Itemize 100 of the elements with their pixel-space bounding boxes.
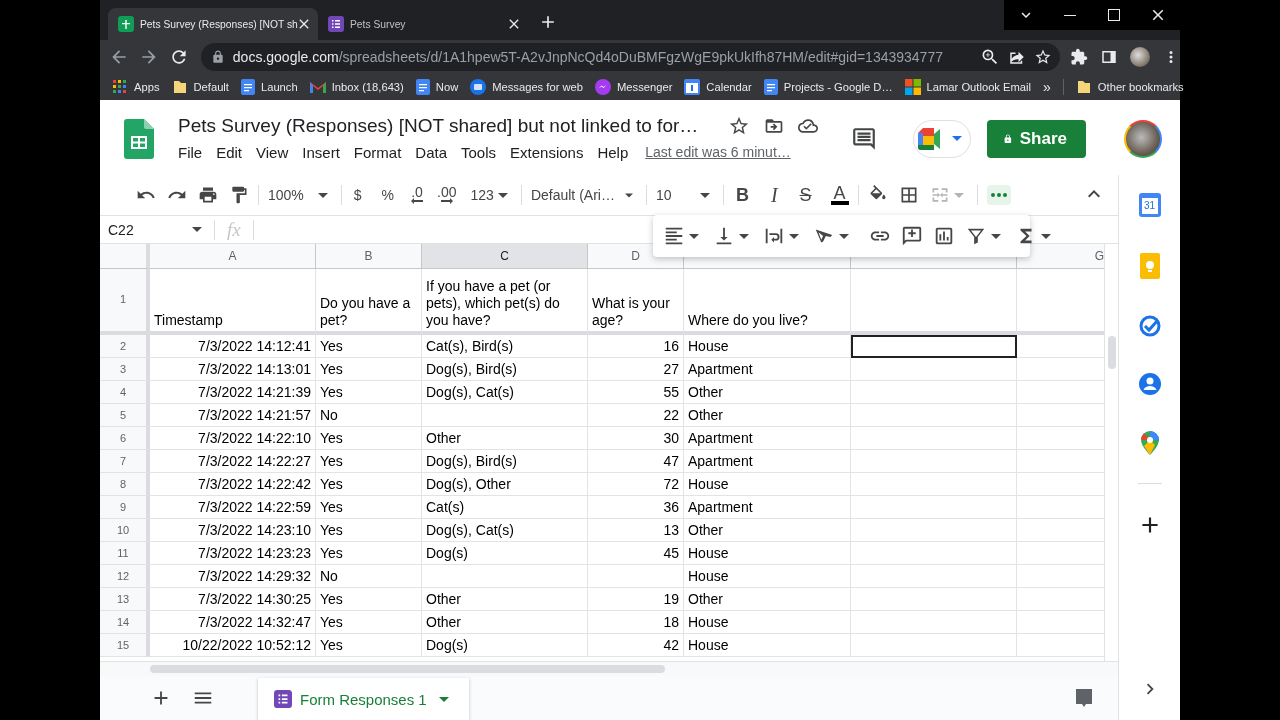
- column-header[interactable]: G: [1017, 244, 1104, 269]
- number-format-dropdown[interactable]: 123: [470, 187, 512, 203]
- caret-icon: [991, 233, 1001, 239]
- increase-decimals-button[interactable]: .00: [437, 186, 457, 204]
- table-cell[interactable]: [851, 473, 1017, 496]
- row-number[interactable]: 2: [100, 335, 150, 358]
- table-cell[interactable]: [851, 519, 1017, 542]
- row-number[interactable]: 7: [100, 450, 150, 473]
- table-cell[interactable]: [851, 611, 1017, 634]
- table-cell[interactable]: [422, 404, 588, 427]
- table-cell[interactable]: [588, 565, 684, 588]
- table-cell[interactable]: [851, 450, 1017, 473]
- column-header[interactable]: C: [422, 244, 588, 269]
- bookmark-folder[interactable]: Other bookmarks: [1075, 79, 1184, 95]
- row-number[interactable]: 15: [100, 634, 150, 657]
- row-number[interactable]: 6: [100, 427, 150, 450]
- more-button[interactable]: [986, 185, 1011, 205]
- text-color-button[interactable]: A: [830, 185, 849, 205]
- zoom-icon[interactable]: [980, 47, 1000, 67]
- bookmark[interactable]: Calendar: [684, 79, 752, 95]
- row-number[interactable]: 11: [100, 542, 150, 565]
- row-number[interactable]: 1: [100, 269, 150, 335]
- zoom-dropdown[interactable]: 100%: [268, 187, 332, 203]
- currency-button[interactable]: $: [350, 187, 365, 203]
- row-number[interactable]: 12: [100, 565, 150, 588]
- bold-button[interactable]: B: [732, 184, 752, 206]
- table-cell[interactable]: [851, 634, 1017, 657]
- row-number[interactable]: 5: [100, 404, 150, 427]
- paint-roller-icon[interactable]: [229, 185, 249, 205]
- bookmark[interactable]: Messenger: [595, 79, 673, 95]
- comment-icon[interactable]: [851, 125, 877, 152]
- puzzle-icon[interactable]: [1070, 48, 1088, 66]
- side-panel-icon[interactable]: [1100, 48, 1118, 66]
- avatar[interactable]: [1130, 47, 1150, 67]
- menu-item[interactable]: Extensions: [503, 141, 591, 163]
- bookmark[interactable]: Projects - Google D…: [763, 79, 893, 95]
- avatar[interactable]: [1124, 119, 1162, 158]
- bookmark[interactable]: Messages for web: [470, 79, 583, 95]
- star-icon[interactable]: [1034, 48, 1052, 66]
- decrease-decimals-button[interactable]: .0: [411, 186, 424, 204]
- table-cell[interactable]: [851, 542, 1017, 565]
- chart-icon[interactable]: [933, 225, 955, 247]
- table-cell[interactable]: [851, 404, 1017, 427]
- menu-item[interactable]: View: [249, 141, 296, 163]
- name-box[interactable]: C22: [100, 221, 206, 238]
- browser-tab[interactable]: Pets Survey: [318, 8, 528, 40]
- table-cell[interactable]: [851, 588, 1017, 611]
- menu-item[interactable]: Tools: [454, 141, 504, 163]
- selected-cell[interactable]: [851, 335, 1017, 358]
- table-cell[interactable]: [851, 565, 1017, 588]
- table-cell[interactable]: [422, 565, 588, 588]
- row-number[interactable]: 13: [100, 588, 150, 611]
- column-header[interactable]: B: [316, 244, 422, 269]
- spreadsheet-logo-icon[interactable]: [124, 118, 154, 159]
- font-dropdown[interactable]: Default (Ari…: [530, 187, 637, 203]
- menu-item[interactable]: Edit: [209, 141, 250, 163]
- bookmark[interactable]: Now: [415, 79, 459, 95]
- last-edit-link[interactable]: Last edit was 6 minut…: [645, 144, 791, 160]
- strikethrough-button[interactable]: S: [796, 184, 815, 206]
- add-comment-icon[interactable]: [901, 225, 923, 247]
- column-header[interactable]: A: [150, 244, 316, 269]
- calendar-icon[interactable]: 31: [1138, 193, 1161, 217]
- menu-item[interactable]: Insert: [295, 141, 347, 163]
- menu-item[interactable]: Format: [346, 141, 409, 163]
- row-number[interactable]: 10: [100, 519, 150, 542]
- map-pin-icon[interactable]: [1140, 431, 1159, 455]
- row-number[interactable]: 3: [100, 358, 150, 381]
- sheet-tab[interactable]: Form Responses 1: [258, 678, 469, 720]
- table-cell[interactable]: [851, 381, 1017, 404]
- font-size-dropdown[interactable]: 10: [655, 187, 714, 203]
- percent-button[interactable]: %: [378, 187, 398, 203]
- bookmark[interactable]: Launch: [240, 79, 298, 95]
- print-icon[interactable]: [198, 185, 218, 205]
- menu-item[interactable]: Data: [408, 141, 454, 163]
- scrollbar[interactable]: [150, 665, 665, 673]
- row-number[interactable]: 14: [100, 611, 150, 634]
- contact-icon[interactable]: [1138, 373, 1161, 395]
- scrollbar[interactable]: [1108, 336, 1116, 369]
- table-cell: 7/3/2022 14:12:41: [150, 335, 316, 358]
- table-cell[interactable]: [851, 358, 1017, 381]
- row-number[interactable]: 8: [100, 473, 150, 496]
- bookmark[interactable]: Default: [171, 79, 229, 95]
- table-cell: 16: [588, 335, 684, 358]
- address-bar[interactable]: docs.google.com/spreadsheets/d/1A1hpew5T-A2vJnpNcQd4oDuBMFgzWgE9pkUkIfh87HM/edit#gid=1343934777: [200, 43, 1060, 71]
- task-check-icon[interactable]: [1138, 315, 1161, 337]
- more-bookmarks-button[interactable]: »: [1043, 79, 1051, 95]
- document-title[interactable]: Pets Survey (Responses) [NOT shared] but not linked to for…: [178, 114, 699, 137]
- menu-item[interactable]: Help: [590, 141, 636, 163]
- menu-item[interactable]: File: [178, 141, 210, 163]
- table-cell[interactable]: [851, 496, 1017, 519]
- bookmark[interactable]: Inbox (18,643): [309, 81, 404, 93]
- bookmark[interactable]: Apps: [112, 79, 160, 95]
- row-number[interactable]: 9: [100, 496, 150, 519]
- share-button[interactable]: Share: [987, 119, 1086, 158]
- italic-button[interactable]: I: [767, 183, 781, 207]
- bookmark[interactable]: Lamar Outlook Email: [904, 79, 1032, 95]
- table-cell[interactable]: [851, 427, 1017, 450]
- browser-tab[interactable]: Pets Survey (Responses) [NOT sh: [108, 8, 318, 40]
- row-number[interactable]: 4: [100, 381, 150, 404]
- table-cell[interactable]: [851, 269, 1017, 335]
